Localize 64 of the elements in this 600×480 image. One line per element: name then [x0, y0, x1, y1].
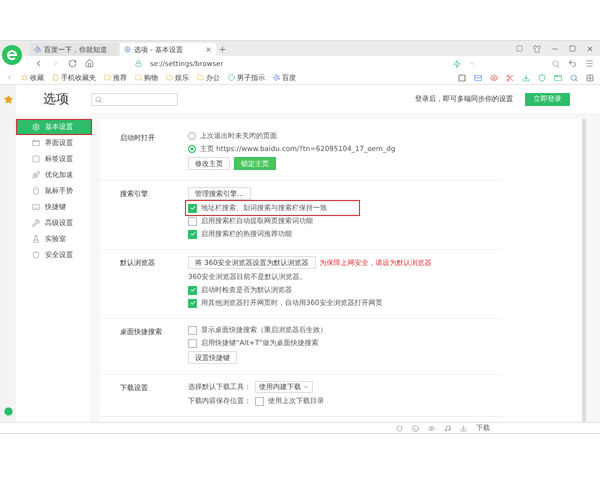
checkbox[interactable]	[188, 326, 197, 334]
checkbox[interactable]	[188, 204, 197, 212]
mouse-icon	[32, 187, 40, 195]
checkbox[interactable]	[255, 396, 264, 406]
flask-icon	[32, 235, 40, 243]
lightning-icon[interactable]	[453, 60, 461, 68]
search-icon[interactable]	[552, 60, 560, 68]
search-field[interactable]	[91, 92, 178, 106]
settings-icon	[32, 123, 40, 131]
new-tab-icon[interactable]	[218, 45, 227, 54]
restore-icon[interactable]	[516, 45, 523, 52]
music-icon[interactable]	[444, 424, 451, 432]
mail-icon[interactable]	[474, 74, 482, 82]
apps-icon[interactable]	[586, 74, 594, 82]
page-title: 选项	[42, 91, 70, 108]
close-icon[interactable]	[205, 46, 212, 53]
forward-icon[interactable]	[51, 59, 60, 68]
wrench-icon	[32, 219, 40, 227]
keyboard-icon	[32, 203, 40, 211]
scissors-icon[interactable]	[506, 74, 514, 82]
eye-icon[interactable]	[490, 74, 498, 82]
menu-icon[interactable]	[585, 59, 594, 68]
rocket-icon	[32, 171, 40, 179]
circle-icon	[228, 74, 235, 81]
smile-icon[interactable]	[412, 424, 419, 432]
star-icon[interactable]	[4, 95, 12, 104]
home-icon[interactable]	[85, 59, 94, 68]
maximize-icon[interactable]	[569, 45, 576, 52]
star-icon	[21, 74, 28, 81]
search-icon	[95, 96, 102, 102]
close-icon[interactable]	[586, 44, 594, 52]
eye-icon[interactable]	[428, 424, 435, 432]
checkbox[interactable]	[188, 230, 197, 238]
folder-icon	[197, 74, 204, 81]
checkbox[interactable]	[188, 338, 197, 348]
window-icon	[32, 139, 40, 147]
folder-icon	[135, 74, 142, 81]
caret-icon	[303, 384, 309, 390]
shield-icon[interactable]	[538, 74, 546, 82]
radio-button[interactable]	[188, 145, 196, 153]
back-icon[interactable]	[34, 59, 43, 68]
undo-icon[interactable]	[568, 59, 577, 68]
gear-icon	[124, 46, 131, 53]
paw-icon	[34, 46, 41, 53]
caret-icon[interactable]	[469, 60, 476, 67]
checkbox[interactable]	[188, 216, 197, 226]
skin-icon[interactable]	[533, 44, 541, 52]
radio-button[interactable]	[188, 132, 196, 140]
phone-icon	[52, 74, 59, 81]
zoom-icon[interactable]	[570, 74, 578, 82]
download-icon[interactable]	[460, 424, 467, 432]
download-icon[interactable]	[522, 74, 530, 82]
lock-icon[interactable]	[135, 60, 142, 67]
collapse-icon[interactable]	[6, 74, 13, 81]
reload-icon[interactable]	[68, 59, 77, 68]
folder-icon	[104, 74, 111, 81]
square-icon	[32, 155, 40, 163]
shield-icon[interactable]	[396, 424, 403, 432]
checkbox[interactable]	[188, 298, 197, 308]
checkbox[interactable]	[188, 286, 197, 294]
folder-icon	[166, 74, 173, 81]
status-icon[interactable]	[4, 407, 12, 416]
shield-icon	[32, 251, 40, 259]
paw-icon	[273, 74, 280, 81]
